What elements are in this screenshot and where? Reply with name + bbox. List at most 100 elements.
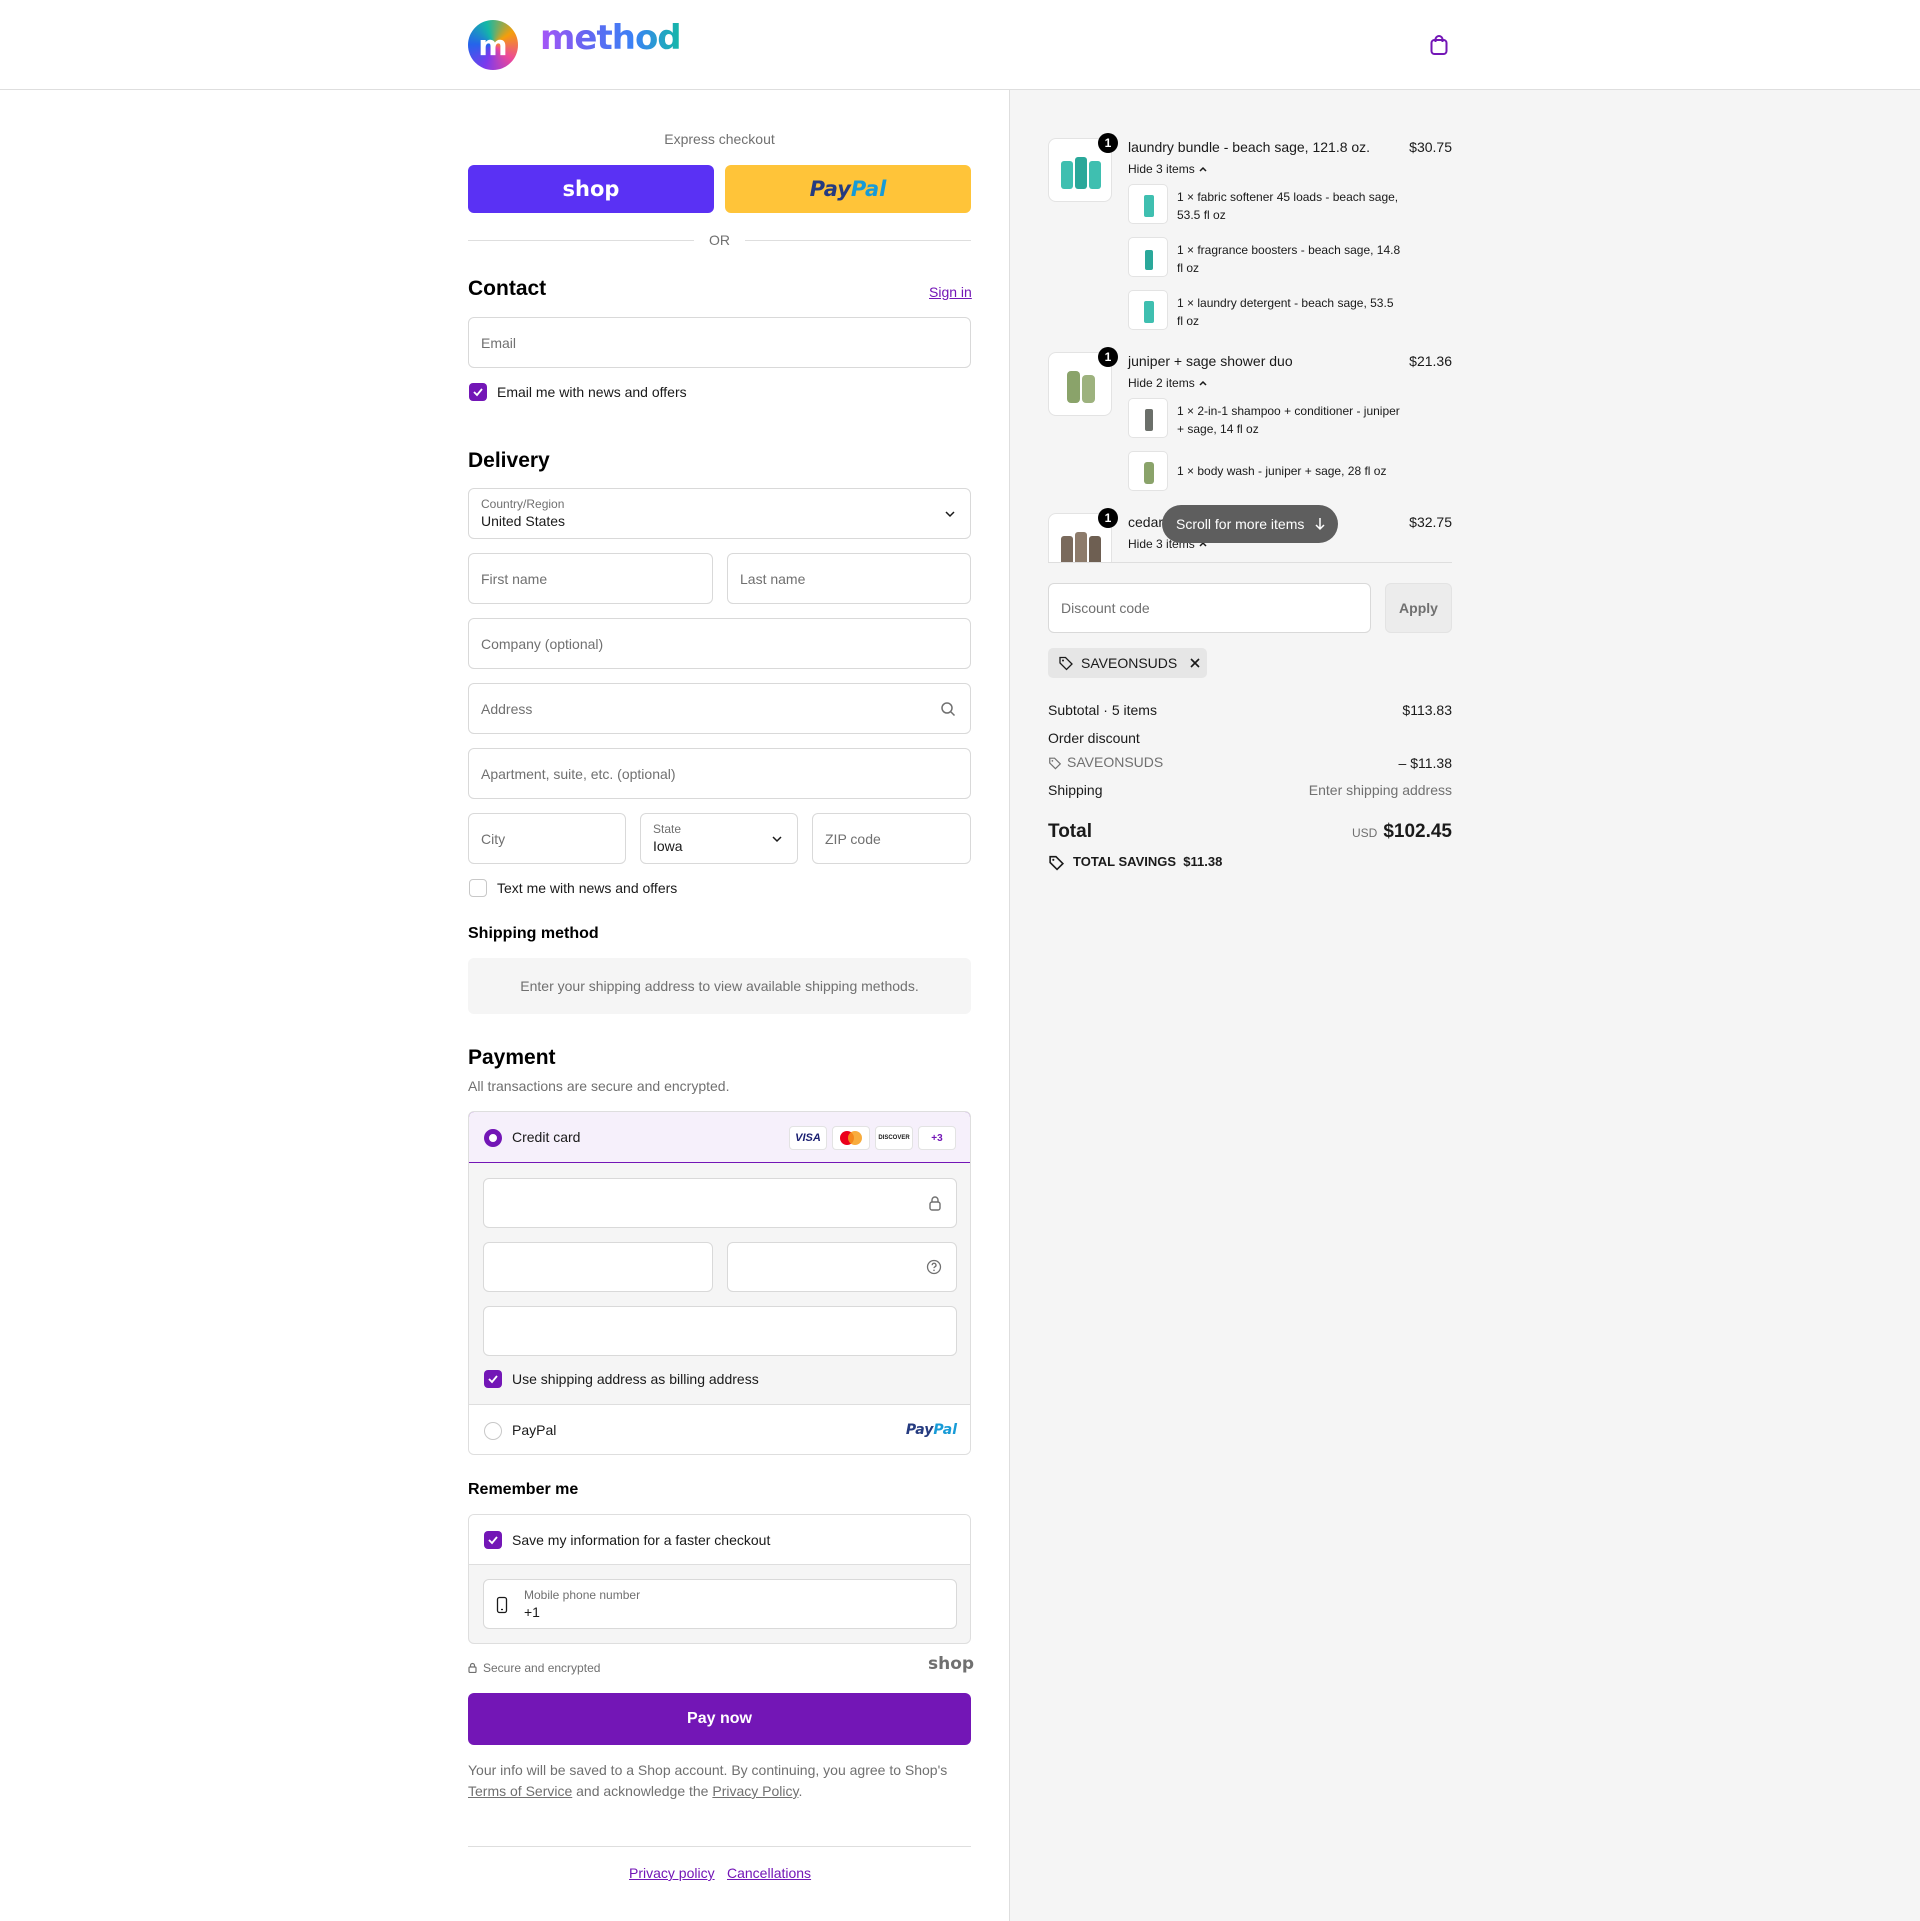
quantity-badge: 1 — [1098, 508, 1118, 528]
hide-items-toggle[interactable]: Hide 2 items — [1128, 376, 1208, 390]
shop-pay-label: shop — [562, 177, 620, 201]
last-name-field[interactable]: Last name — [727, 553, 971, 604]
footer-privacy-link[interactable]: Privacy policy — [629, 1865, 715, 1881]
state-select[interactable]: State Iowa — [640, 813, 798, 864]
name-on-card-field[interactable] — [483, 1306, 957, 1356]
total-label: Total — [1048, 821, 1092, 842]
applied-discount-tag: SAVEONSUDS — [1048, 648, 1207, 678]
discount-code-field[interactable]: Discount code — [1048, 583, 1371, 633]
brand-logo[interactable]: method — [540, 18, 682, 58]
close-icon[interactable] — [1189, 657, 1201, 669]
help-icon[interactable] — [926, 1259, 942, 1275]
lock-icon — [468, 1662, 477, 1673]
secure-encrypted-note: Secure and encrypted — [483, 1661, 601, 1675]
sign-in-link[interactable]: Sign in — [929, 284, 972, 300]
security-code-field[interactable] — [727, 1242, 957, 1292]
discount-value: – $11.38 — [1398, 755, 1452, 771]
paypal-logo-pal: Pal — [850, 177, 887, 201]
subitem-text: 1 × fabric softener 45 loads - beach sag… — [1177, 190, 1399, 222]
visa-icon: VISA — [789, 1126, 827, 1150]
currency-code: USD — [1351, 826, 1378, 840]
payment-methods-box: Credit card VISA DISCOVER +3 Use shippin… — [468, 1111, 971, 1455]
check-icon — [473, 388, 483, 397]
billing-address-checkbox[interactable] — [484, 1370, 502, 1388]
pay-now-button[interactable]: Pay now — [468, 1693, 971, 1745]
email-news-label: Email me with news and offers — [497, 384, 687, 400]
paypal-logo: PayPal — [905, 1422, 957, 1438]
paypal-option[interactable]: PayPal PayPal — [469, 1404, 970, 1454]
text-news-checkbox[interactable] — [469, 879, 487, 897]
credit-card-radio[interactable] — [484, 1129, 502, 1147]
billing-address-label: Use shipping address as billing address — [512, 1371, 759, 1387]
check-icon — [488, 1536, 498, 1545]
save-info-checkbox[interactable] — [484, 1531, 502, 1549]
first-name-field[interactable]: First name — [468, 553, 713, 604]
scroll-hint-button[interactable]: Scroll for more items — [1162, 505, 1338, 543]
subitem-image — [1128, 398, 1168, 438]
company-field[interactable]: Company (optional) — [468, 618, 971, 669]
phone-icon — [496, 1596, 508, 1614]
city-field[interactable]: City — [468, 813, 626, 864]
subitem-text: 1 × laundry detergent - beach sage, 53.5… — [1177, 296, 1394, 328]
logo-icon[interactable]: m — [468, 20, 518, 70]
card-number-field[interactable] — [483, 1178, 957, 1228]
footer-cancellations-link[interactable]: Cancellations — [727, 1865, 811, 1881]
country-select[interactable]: Country/Region United States — [468, 488, 971, 539]
apartment-field[interactable]: Apartment, suite, etc. (optional) — [468, 748, 971, 799]
tag-icon — [1049, 757, 1062, 770]
more-cards-badge: +3 — [918, 1126, 956, 1150]
address-field[interactable]: Address — [468, 683, 971, 734]
total-value: $102.45 — [1383, 821, 1452, 842]
paypal-radio[interactable] — [484, 1422, 502, 1440]
contact-heading: Contact — [468, 277, 547, 300]
divider — [1048, 562, 1452, 563]
total-amount: USD $102.45 — [1352, 821, 1452, 843]
paypal-label: PayPal — [512, 1422, 557, 1438]
privacy-policy-link[interactable]: Privacy Policy — [712, 1783, 798, 1799]
footer-divider — [468, 1846, 971, 1847]
chevron-up-icon — [1199, 166, 1207, 172]
legal-text: Your info will be saved to a Shop accoun… — [468, 1762, 948, 1799]
item-price: $32.75 — [1409, 514, 1452, 530]
pay-now-label: Pay now — [687, 1710, 752, 1727]
arrow-down-icon — [1315, 518, 1325, 531]
subitem-text: 1 × fragrance boosters - beach sage, 14.… — [1177, 243, 1401, 275]
mobile-phone-field[interactable]: Mobile phone number +1 — [483, 1579, 957, 1629]
subitem-text: 1 × body wash - juniper + sage, 28 fl oz — [1177, 464, 1387, 478]
terms-of-service-link[interactable]: Terms of Service — [468, 1783, 572, 1799]
item-name: cedar — [1128, 514, 1164, 530]
shop-logo: shop — [928, 1654, 975, 1674]
bag-icon[interactable] — [1428, 34, 1450, 56]
shipping-method-notice: Enter your shipping address to view avai… — [468, 958, 971, 1014]
remember-me-box: Save my information for a faster checkou… — [468, 1514, 971, 1644]
line-items-list[interactable]: 1 laundry bundle - beach sage, 121.8 oz.… — [1048, 120, 1452, 562]
paypal-express-button[interactable]: PayPal — [725, 165, 971, 213]
discover-icon: DISCOVER — [875, 1126, 913, 1150]
hide-items-toggle[interactable]: Hide 3 items — [1128, 162, 1208, 176]
shop-pay-button[interactable]: shop — [468, 165, 714, 213]
item-price: $30.75 — [1409, 139, 1452, 155]
delivery-heading: Delivery — [468, 449, 550, 472]
quantity-badge: 1 — [1098, 133, 1118, 153]
subitem-image — [1128, 237, 1168, 277]
shipping-method-heading: Shipping method — [468, 925, 599, 942]
apply-discount-button[interactable]: Apply — [1385, 583, 1452, 633]
expiration-field[interactable] — [483, 1242, 713, 1292]
shipping-label: Shipping — [1048, 782, 1103, 798]
shipping-value: Enter shipping address — [1308, 782, 1452, 798]
email-news-checkbox[interactable] — [469, 383, 487, 401]
search-icon — [941, 701, 956, 716]
subitem-image — [1128, 184, 1168, 224]
subitem-text: 1 × 2-in-1 shampoo + conditioner - junip… — [1177, 404, 1400, 436]
chevron-down-icon — [945, 510, 955, 517]
subitem-image — [1128, 451, 1168, 491]
email-field[interactable]: Email — [468, 317, 971, 368]
divider — [745, 240, 971, 241]
savings-tag-icon — [1049, 855, 1065, 871]
quantity-badge: 1 — [1098, 347, 1118, 367]
subtotal-value: $113.83 — [1402, 702, 1452, 718]
save-info-row[interactable]: Save my information for a faster checkou… — [469, 1515, 970, 1565]
credit-card-option[interactable]: Credit card VISA DISCOVER +3 — [469, 1112, 970, 1163]
total-savings: TOTAL SAVINGS $11.38 — [1073, 854, 1223, 869]
zip-field[interactable]: ZIP code — [812, 813, 971, 864]
